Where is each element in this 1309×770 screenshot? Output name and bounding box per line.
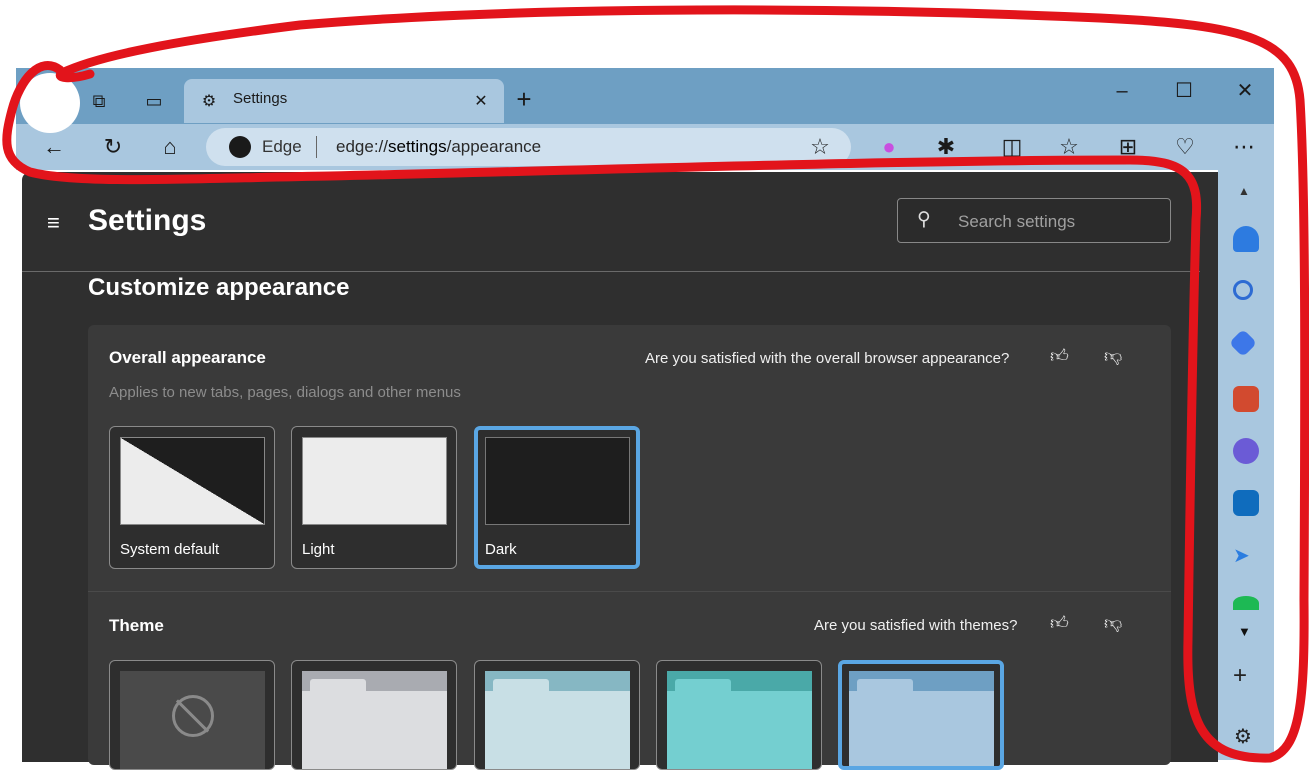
workspaces-icon[interactable]: ⧉ bbox=[86, 88, 112, 114]
copilot-icon[interactable] bbox=[1233, 438, 1259, 464]
system-preview bbox=[120, 437, 265, 525]
page-title: Settings bbox=[88, 204, 207, 237]
theme-option-light-teal[interactable] bbox=[474, 660, 640, 770]
theme-preview bbox=[667, 671, 812, 769]
tab-settings[interactable] bbox=[184, 79, 504, 123]
new-tab-button[interactable]: + bbox=[510, 86, 538, 114]
theme-tab bbox=[857, 679, 913, 697]
browser-essentials-icon[interactable]: ♡ bbox=[1169, 133, 1201, 161]
dark-preview bbox=[485, 437, 630, 525]
close-window-button[interactable]: ✕ bbox=[1220, 78, 1270, 104]
annotation-blank-circle bbox=[20, 73, 80, 133]
appearance-option-light[interactable]: Light bbox=[291, 426, 457, 569]
theme-preview bbox=[302, 671, 447, 769]
scroll-down-icon[interactable]: ▼ bbox=[1238, 624, 1251, 639]
tab-actions-icon[interactable]: ▭ bbox=[141, 88, 167, 114]
theme-feedback-question: Are you satisfied with themes? bbox=[814, 617, 1018, 634]
bell-icon[interactable] bbox=[1233, 226, 1259, 252]
appearance-option-system[interactable]: System default bbox=[109, 426, 275, 569]
maximize-button[interactable]: ☐ bbox=[1159, 78, 1209, 104]
theme-option-blue[interactable] bbox=[838, 660, 1004, 770]
search-placeholder: Search settings bbox=[958, 212, 1076, 231]
add-sidebar-icon[interactable]: + bbox=[1233, 662, 1247, 690]
sidebar-settings-icon[interactable]: ⚙ bbox=[1234, 724, 1252, 749]
thumbs-down-icon[interactable]: 👎︎ bbox=[1104, 345, 1122, 367]
light-preview bbox=[302, 437, 447, 525]
theme-option-none[interactable] bbox=[109, 660, 275, 770]
header-divider bbox=[22, 271, 1200, 272]
edge-logo-icon bbox=[229, 136, 251, 158]
spotify-icon[interactable] bbox=[1233, 596, 1259, 610]
more-menu-icon[interactable]: ⋯ bbox=[1228, 133, 1260, 161]
no-theme-icon bbox=[172, 695, 214, 737]
scroll-up-icon[interactable]: ▲ bbox=[1238, 184, 1250, 198]
refresh-icon[interactable]: ↻ bbox=[97, 133, 129, 161]
appearance-option-dark[interactable]: Dark bbox=[474, 426, 640, 569]
send-icon[interactable]: ➤ bbox=[1233, 543, 1259, 569]
brain-extension-icon[interactable]: ● bbox=[873, 133, 905, 161]
section-title: Customize appearance bbox=[88, 274, 350, 301]
theme-preview bbox=[485, 671, 630, 769]
favorite-star-icon[interactable]: ☆ bbox=[804, 133, 836, 161]
theme-tab bbox=[493, 679, 549, 697]
no-theme-slash bbox=[175, 699, 210, 733]
minimize-button[interactable]: – bbox=[1097, 78, 1147, 104]
thumbs-up-icon[interactable]: 👍︎ bbox=[1050, 345, 1069, 367]
split-screen-icon[interactable]: ◫ bbox=[996, 133, 1028, 161]
card-divider bbox=[88, 591, 1171, 592]
overall-subtitle: Applies to new tabs, pages, dialogs and … bbox=[109, 384, 461, 401]
overall-feedback-question: Are you satisfied with the overall brows… bbox=[645, 350, 1010, 367]
search-icon: ⚲ bbox=[917, 209, 931, 230]
url-suffix: /appearance bbox=[446, 137, 542, 156]
theme-preview bbox=[849, 671, 994, 766]
theme-option-teal[interactable] bbox=[656, 660, 822, 770]
option-label: Light bbox=[302, 541, 335, 558]
search-sidebar-icon[interactable] bbox=[1233, 280, 1253, 300]
address-url: edge://settings/appearance bbox=[336, 137, 541, 157]
tab-title: Settings bbox=[233, 90, 288, 107]
overall-appearance-title: Overall appearance bbox=[109, 348, 266, 367]
gear-icon: ⚙ bbox=[201, 93, 217, 110]
favorites-icon[interactable]: ☆ bbox=[1053, 133, 1085, 161]
option-label: Dark bbox=[485, 541, 517, 558]
address-brand: Edge bbox=[262, 137, 302, 156]
url-prefix: edge:// bbox=[336, 137, 388, 156]
theme-option-gray[interactable] bbox=[291, 660, 457, 770]
theme-thumbs-up-icon[interactable]: 👍︎ bbox=[1050, 612, 1069, 634]
menu-icon[interactable]: ≡ bbox=[47, 210, 60, 236]
outlook-icon[interactable] bbox=[1233, 490, 1259, 516]
close-tab-icon[interactable]: ✕ bbox=[468, 88, 494, 114]
tools-icon[interactable] bbox=[1233, 386, 1259, 412]
url-bold: settings bbox=[388, 137, 447, 156]
theme-title: Theme bbox=[109, 616, 164, 635]
theme-tab bbox=[310, 679, 366, 697]
theme-thumbs-down-icon[interactable]: 👎︎ bbox=[1104, 612, 1122, 634]
collections-icon[interactable]: ⊞ bbox=[1112, 133, 1144, 161]
extensions-icon[interactable]: ✱ bbox=[930, 133, 962, 161]
theme-tab bbox=[675, 679, 731, 697]
back-icon[interactable]: ← bbox=[38, 133, 70, 161]
address-separator bbox=[316, 136, 317, 158]
option-label: System default bbox=[120, 541, 220, 558]
home-icon[interactable]: ⌂ bbox=[154, 133, 186, 161]
